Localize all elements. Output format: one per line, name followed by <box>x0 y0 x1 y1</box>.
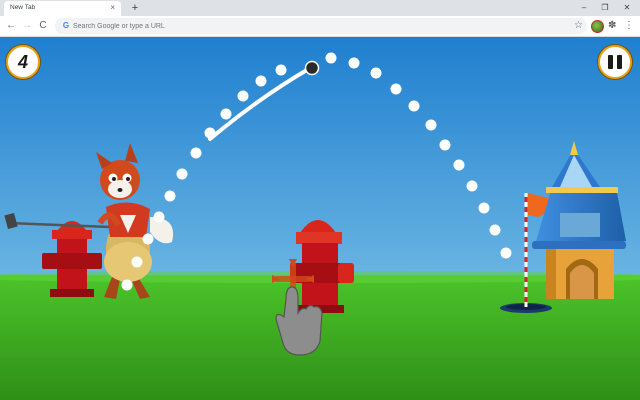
trajectory-dot <box>204 127 216 139</box>
trajectory-dot <box>390 83 402 95</box>
tab-new-tab[interactable]: New Tab × <box>4 1 121 16</box>
extensions-puzzle-icon[interactable]: ✽ <box>608 19 616 33</box>
omnibox[interactable]: G <box>55 18 587 34</box>
game-scene <box>0 37 640 400</box>
trajectory-dot <box>370 67 382 79</box>
browser-window: New Tab × + – ❐ ✕ ← → C G ☆ ✽ ⋮ <box>0 0 640 400</box>
trajectory-dot <box>439 139 451 151</box>
browser-menu-icon[interactable]: ⋮ <box>624 19 634 33</box>
trajectory-dot <box>220 108 232 120</box>
address-input[interactable] <box>73 18 553 34</box>
strokes-counter-badge: 4 <box>6 45 40 79</box>
trajectory-dot <box>348 57 360 69</box>
close-window-button[interactable]: ✕ <box>620 2 634 14</box>
tab-title: New Tab <box>10 4 36 11</box>
back-button[interactable]: ← <box>4 19 18 33</box>
tab-strip: New Tab × + – ❐ ✕ <box>0 0 640 16</box>
trajectory-dot <box>255 75 267 87</box>
minimize-button[interactable]: – <box>577 2 591 14</box>
trajectory-dot <box>489 224 501 236</box>
trajectory-dot <box>408 100 420 112</box>
trajectory-dot <box>153 211 165 223</box>
bookmark-star-icon[interactable]: ☆ <box>574 19 583 33</box>
pause-button[interactable] <box>598 45 632 79</box>
trajectory-dot <box>425 119 437 131</box>
trajectory-dot <box>466 180 478 192</box>
new-tab-button[interactable]: + <box>128 1 142 15</box>
trajectory-dot <box>190 147 202 159</box>
google-icon: G <box>62 21 70 30</box>
golf-ball <box>304 60 320 76</box>
tab-close-icon[interactable]: × <box>110 3 115 13</box>
trajectory-dot <box>164 190 176 202</box>
reload-button[interactable]: C <box>36 19 50 33</box>
maximize-button[interactable]: ❐ <box>598 2 612 14</box>
trajectory-dot <box>176 168 188 180</box>
trajectory-dot <box>453 159 465 171</box>
forward-button[interactable]: → <box>20 19 34 33</box>
strokes-count: 4 <box>17 52 28 72</box>
browser-toolbar: ← → C G <box>0 16 640 37</box>
trajectory-dot <box>131 256 143 268</box>
trajectory-dot <box>237 90 249 102</box>
trajectory-dot <box>500 247 512 259</box>
trajectory-dot <box>121 279 133 291</box>
extension-golf-icon[interactable] <box>591 20 604 33</box>
trajectory-dot <box>478 202 490 214</box>
trajectory-dot <box>275 64 287 76</box>
game-canvas[interactable]: 4 <box>0 37 640 400</box>
trajectory-dot <box>325 52 337 64</box>
trajectory-dot <box>142 233 154 245</box>
